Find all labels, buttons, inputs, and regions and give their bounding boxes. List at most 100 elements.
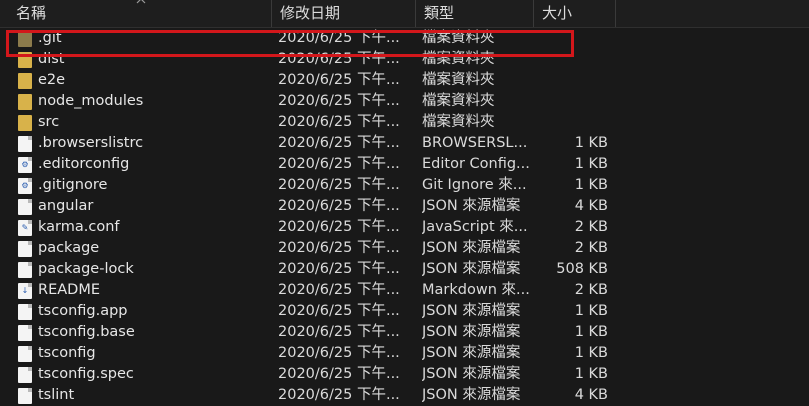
file-name: e2e [38, 72, 66, 88]
file-type: JSON 來源檔案 [422, 261, 521, 277]
file-row[interactable]: package-lock 2020/6/25 下午... JSON 來源檔案 508 … [0, 259, 809, 280]
file-type: JSON 來源檔案 [422, 324, 521, 340]
file-type: 檔案資料夾 [422, 93, 495, 109]
file-name: .browserslistrc [38, 135, 144, 151]
file-date: 2020/6/25 下午... [278, 282, 400, 298]
file-date: 2020/6/25 下午... [278, 387, 400, 403]
file-date: 2020/6/25 下午... [278, 324, 400, 340]
file-size: 2 KB [574, 282, 608, 298]
file-date: 2020/6/25 下午... [278, 366, 400, 382]
file-size [540, 112, 608, 133]
file-size: 4 KB [574, 387, 608, 403]
file-name: .gitignore [38, 177, 108, 193]
file-icon [18, 262, 32, 278]
file-name: tsconfig.spec [38, 366, 134, 382]
file-row[interactable]: .browserslistrc 2020/6/25 下午... BROWSERSL.… [0, 133, 809, 154]
file-date: 2020/6/25 下午... [278, 303, 400, 319]
file-type: BROWSERSL... [422, 135, 528, 151]
file-icon [18, 136, 32, 152]
markdown-file-icon: ↓ [18, 283, 32, 299]
vertical-scrollbar[interactable] [797, 28, 809, 405]
file-type: JSON 來源檔案 [422, 198, 521, 214]
file-row[interactable]: ✎ karma.conf 2020/6/25 下午... JavaScript 來..… [0, 217, 809, 238]
file-row[interactable]: ⚙ .gitignore 2020/6/25 下午... Git Ignore 來..… [0, 175, 809, 196]
file-type: JSON 來源檔案 [422, 303, 521, 319]
file-row[interactable]: tslint 2020/6/25 下午... JSON 來源檔案 4 KB [0, 385, 809, 406]
folder-icon [18, 94, 32, 110]
file-row[interactable]: angular 2020/6/25 下午... JSON 來源檔案 4 KB [0, 196, 809, 217]
column-header-bar: 名稱 修改日期 類型 大小 [0, 0, 809, 28]
file-row[interactable]: node_modules 2020/6/25 下午... 檔案資料夾 [0, 91, 809, 112]
file-date: 2020/6/25 下午... [278, 261, 400, 277]
file-size: 1 KB [574, 156, 608, 172]
column-header-type[interactable]: 類型 [416, 0, 534, 27]
file-icon [18, 241, 32, 257]
file-size: 508 KB [556, 261, 608, 277]
file-date: 2020/6/25 下午... [278, 135, 400, 151]
file-date: 2020/6/25 下午... [278, 198, 400, 214]
file-size: 1 KB [574, 366, 608, 382]
file-name: tsconfig.app [38, 303, 128, 319]
file-type: JavaScript 來... [422, 219, 528, 235]
file-row[interactable]: package 2020/6/25 下午... JSON 來源檔案 2 KB [0, 238, 809, 259]
file-date: 2020/6/25 下午... [278, 177, 400, 193]
file-size: 1 KB [574, 135, 608, 151]
file-row[interactable]: tsconfig.base 2020/6/25 下午... JSON 來源檔案 1 K… [0, 322, 809, 343]
file-size: 1 KB [574, 324, 608, 340]
file-row[interactable]: e2e 2020/6/25 下午... 檔案資料夾 [0, 70, 809, 91]
file-type: JSON 來源檔案 [422, 366, 521, 382]
file-size: 4 KB [574, 198, 608, 214]
file-name: README [38, 282, 100, 298]
file-date: 2020/6/25 下午... [278, 240, 400, 256]
file-icon [18, 367, 32, 383]
file-name: src [38, 114, 60, 130]
file-row[interactable]: ⚙ .editorconfig 2020/6/25 下午... Editor Conf… [0, 154, 809, 175]
file-name: tsconfig [38, 345, 96, 361]
file-date: 2020/6/25 下午... [278, 72, 400, 88]
file-name: package-lock [38, 261, 134, 277]
js-file-icon: ✎ [18, 220, 32, 236]
folder-icon [18, 115, 32, 131]
file-size: 1 KB [574, 345, 608, 361]
file-icon [18, 199, 32, 215]
file-size: 2 KB [574, 219, 608, 235]
column-header-size[interactable]: 大小 [534, 0, 616, 27]
file-type: JSON 來源檔案 [422, 345, 521, 361]
selection-highlight-box [6, 30, 574, 57]
file-date: 2020/6/25 下午... [278, 219, 400, 235]
file-row[interactable]: tsconfig.app 2020/6/25 下午... JSON 來源檔案 1 KB [0, 301, 809, 322]
column-header-date[interactable]: 修改日期 [272, 0, 416, 27]
file-type: 檔案資料夾 [422, 72, 495, 88]
file-name: node_modules [38, 93, 144, 109]
file-row[interactable]: src 2020/6/25 下午... 檔案資料夾 [0, 112, 809, 133]
file-type: 檔案資料夾 [422, 114, 495, 130]
file-name: .editorconfig [38, 156, 130, 172]
file-row[interactable]: ↓ README 2020/6/25 下午... Markdown 來... 2 KB [0, 280, 809, 301]
file-date: 2020/6/25 下午... [278, 345, 400, 361]
file-size [540, 91, 608, 112]
folder-icon [18, 73, 32, 89]
file-icon [18, 388, 32, 404]
file-date: 2020/6/25 下午... [278, 114, 400, 130]
file-type: Markdown 來... [422, 282, 530, 298]
file-date: 2020/6/25 下午... [278, 156, 400, 172]
file-size: 1 KB [574, 177, 608, 193]
file-name: package [38, 240, 100, 256]
file-row[interactable]: tsconfig.spec 2020/6/25 下午... JSON 來源檔案 1 K… [0, 364, 809, 385]
file-type: Editor Config... [422, 156, 530, 172]
file-date: 2020/6/25 下午... [278, 93, 400, 109]
file-type: JSON 來源檔案 [422, 240, 521, 256]
gear-file-icon: ⚙ [18, 178, 32, 194]
file-name: angular [38, 198, 94, 214]
file-row[interactable]: tsconfig 2020/6/25 下午... JSON 來源檔案 1 KB [0, 343, 809, 364]
gear-file-icon: ⚙ [18, 157, 32, 173]
column-header-name[interactable]: 名稱 [8, 0, 272, 27]
file-name: tsconfig.base [38, 324, 135, 340]
file-icon [18, 325, 32, 341]
file-icon [18, 346, 32, 362]
file-size: 2 KB [574, 240, 608, 256]
file-icon [18, 304, 32, 320]
file-size: 1 KB [574, 303, 608, 319]
file-name: karma.conf [38, 219, 120, 235]
file-type: JSON 來源檔案 [422, 387, 521, 403]
